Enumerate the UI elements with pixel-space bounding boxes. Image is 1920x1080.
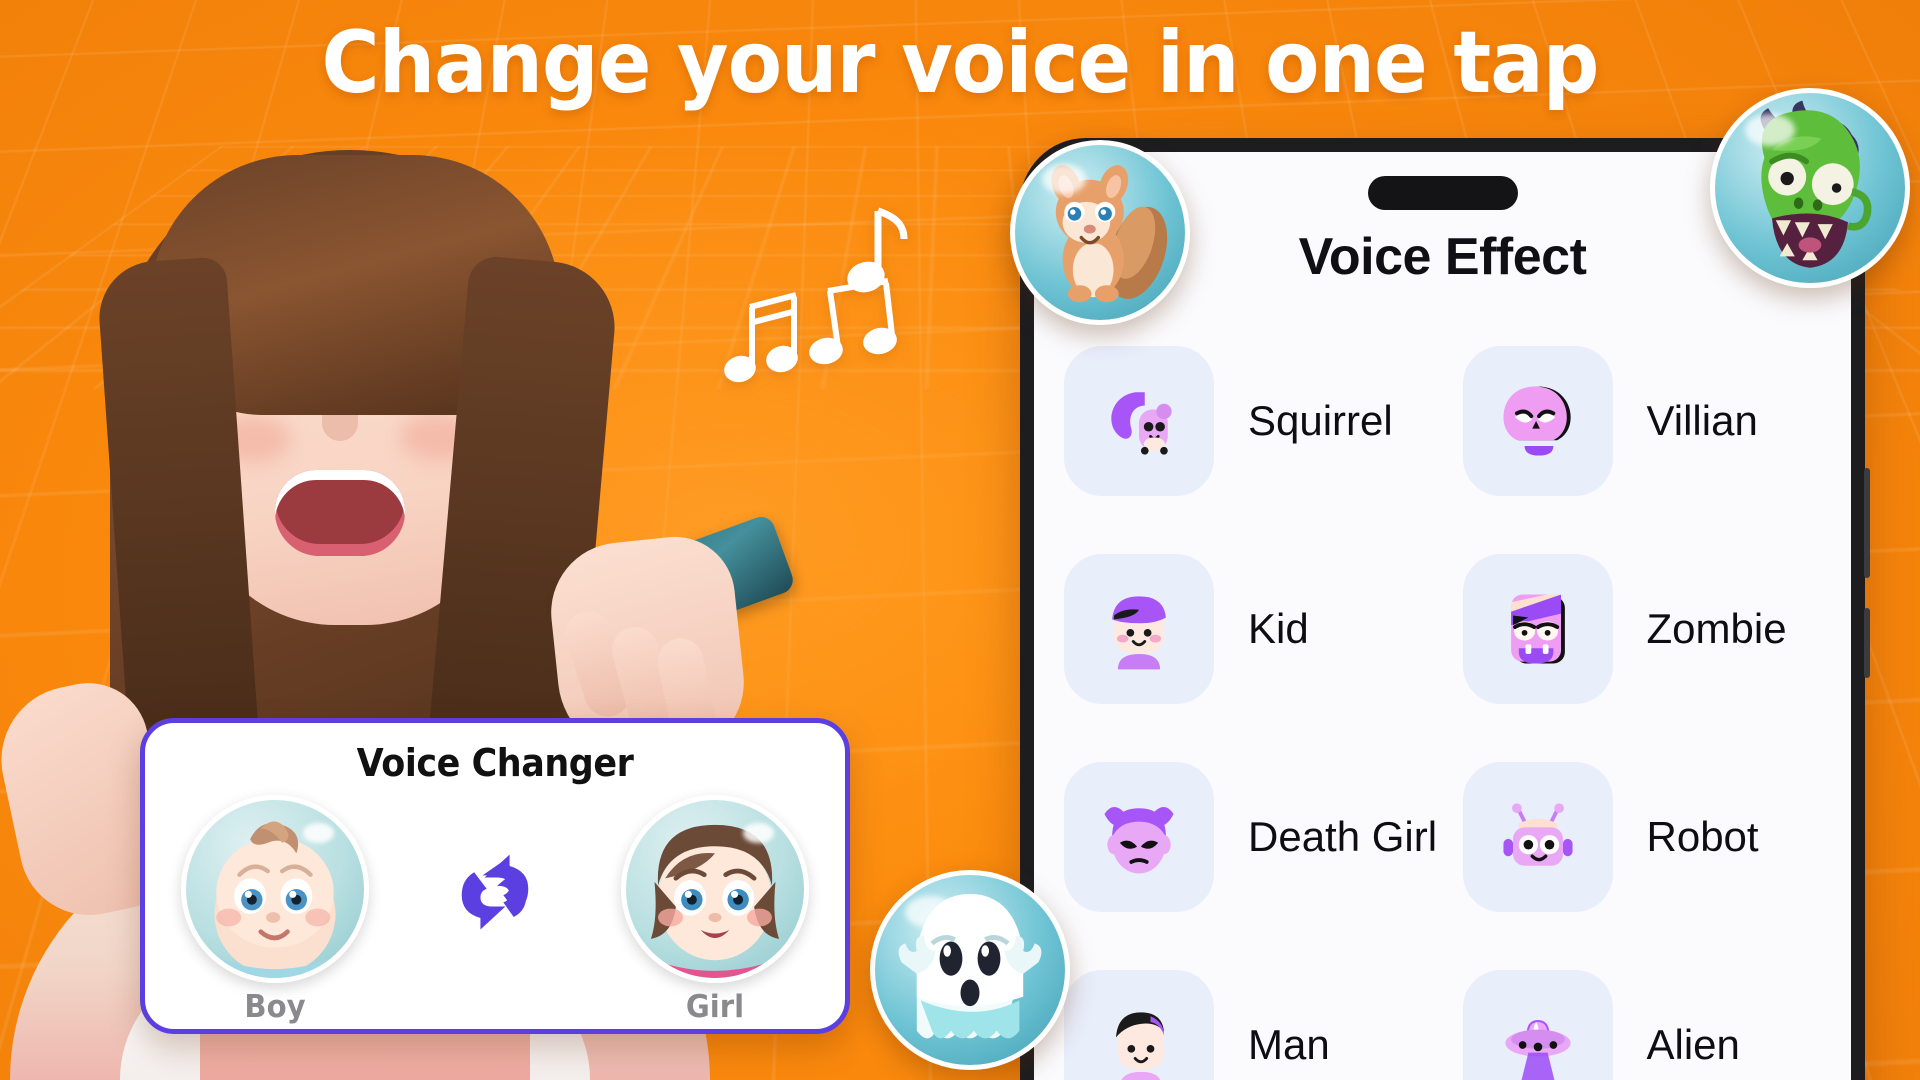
voice-effect-list: Squirrel Villian Kid Zombie Death Girl R…	[1064, 317, 1851, 1080]
voice-effect-label: Squirrel	[1248, 397, 1393, 445]
avatar-shine	[743, 823, 773, 843]
avatar-shine	[303, 823, 333, 843]
voice-effect-label: Death Girl	[1248, 813, 1437, 861]
voice-effect-item-zombie[interactable]: Zombie	[1463, 525, 1852, 733]
voice-effect-label: Zombie	[1647, 605, 1787, 653]
phone-notch	[1368, 176, 1518, 210]
zombie-sticker	[1710, 88, 1910, 288]
voice-effect-label: Alien	[1647, 1021, 1740, 1069]
death-girl-icon	[1064, 762, 1214, 912]
voice-changer-option-label: Girl	[621, 989, 809, 1025]
voice-effect-item-alien[interactable]: Alien	[1463, 941, 1852, 1080]
voice-effect-label: Man	[1248, 1021, 1330, 1069]
voice-changer-options: Boy Girl	[145, 795, 845, 1025]
girl-avatar	[621, 795, 809, 983]
sticker-shine	[905, 896, 954, 928]
skull-icon	[1463, 346, 1613, 496]
phone-side-button-2[interactable]	[1864, 608, 1870, 678]
voice-effect-item-robot[interactable]: Robot	[1463, 733, 1852, 941]
voice-changer-card: Voice Changer Boy Girl	[140, 718, 850, 1034]
squirrel-icon	[1064, 346, 1214, 496]
swap-arrows-icon[interactable]	[435, 840, 555, 944]
voice-effect-item-man[interactable]: Man	[1064, 941, 1453, 1080]
voice-effect-label: Kid	[1248, 605, 1309, 653]
voice-effect-item-villian[interactable]: Villian	[1463, 317, 1852, 525]
voice-changer-title: Voice Changer	[173, 741, 817, 785]
voice-effect-item-kid[interactable]: Kid	[1064, 525, 1453, 733]
zombie-icon	[1463, 554, 1613, 704]
voice-effect-item-squirrel[interactable]: Squirrel	[1064, 317, 1453, 525]
phone-side-button[interactable]	[1864, 468, 1870, 578]
voice-changer-option-girl[interactable]: Girl	[615, 795, 815, 1025]
squirrel-sticker	[1010, 140, 1190, 325]
sticker-shine	[1042, 164, 1086, 194]
page-title: Change your voice in one tap	[77, 20, 1843, 106]
voice-effect-item-death-girl[interactable]: Death Girl	[1064, 733, 1453, 941]
mouth	[275, 470, 405, 556]
voice-changer-option-label: Boy	[181, 989, 369, 1025]
baby-boy-avatar	[181, 795, 369, 983]
voice-changer-option-boy[interactable]: Boy	[175, 795, 375, 1025]
ufo-icon	[1463, 970, 1613, 1080]
music-notes-icon	[690, 195, 930, 405]
ghost-sticker	[870, 870, 1070, 1070]
man-icon	[1064, 970, 1214, 1080]
robot-icon	[1463, 762, 1613, 912]
voice-effect-label: Villian	[1647, 397, 1758, 445]
sticker-shine	[1745, 114, 1794, 146]
kid-icon	[1064, 554, 1214, 704]
voice-effect-label: Robot	[1647, 813, 1759, 861]
